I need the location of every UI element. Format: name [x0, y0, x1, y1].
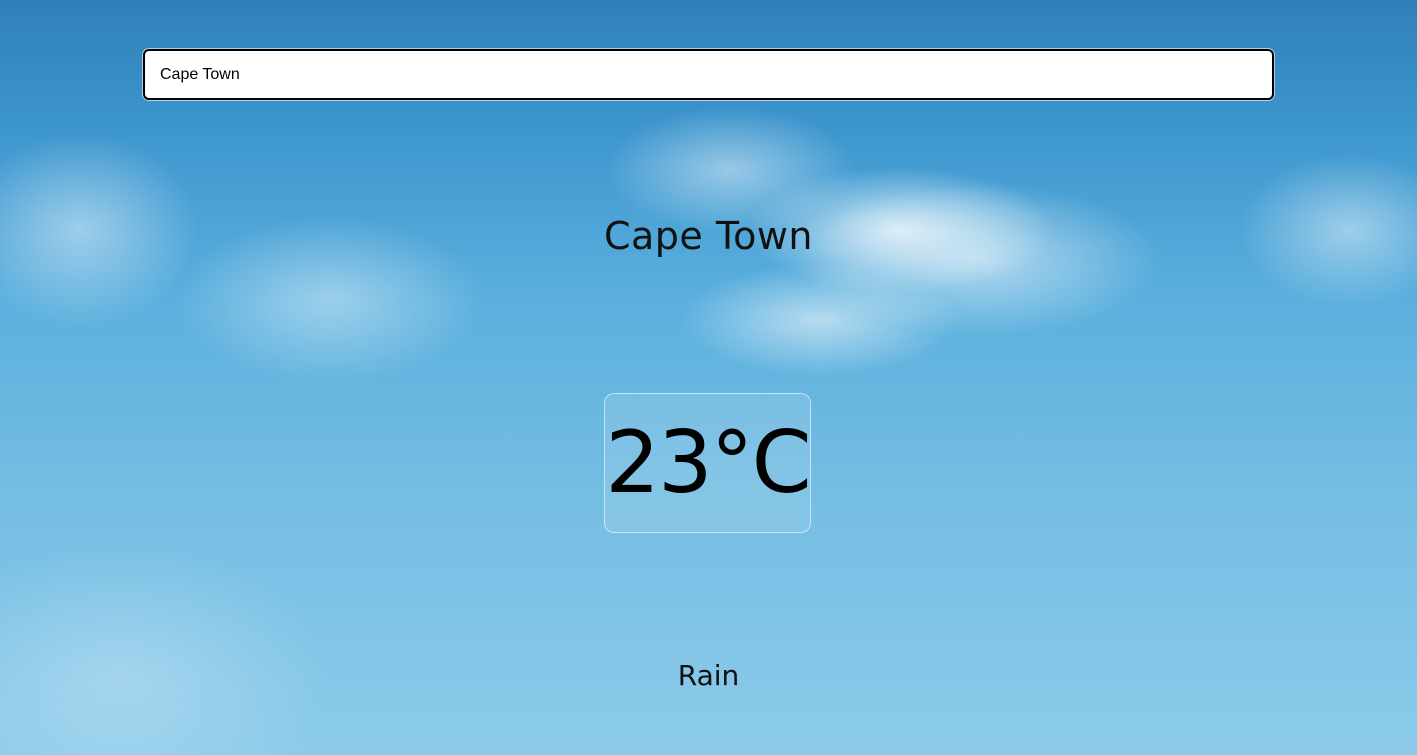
- search-bar: [143, 49, 1274, 100]
- city-name: Cape Town: [603, 214, 814, 258]
- weather-condition: Rain: [677, 659, 740, 692]
- temperature-value: 23°C: [605, 413, 811, 513]
- temperature-card: 23°C: [604, 393, 812, 533]
- location-search-input[interactable]: [143, 49, 1274, 100]
